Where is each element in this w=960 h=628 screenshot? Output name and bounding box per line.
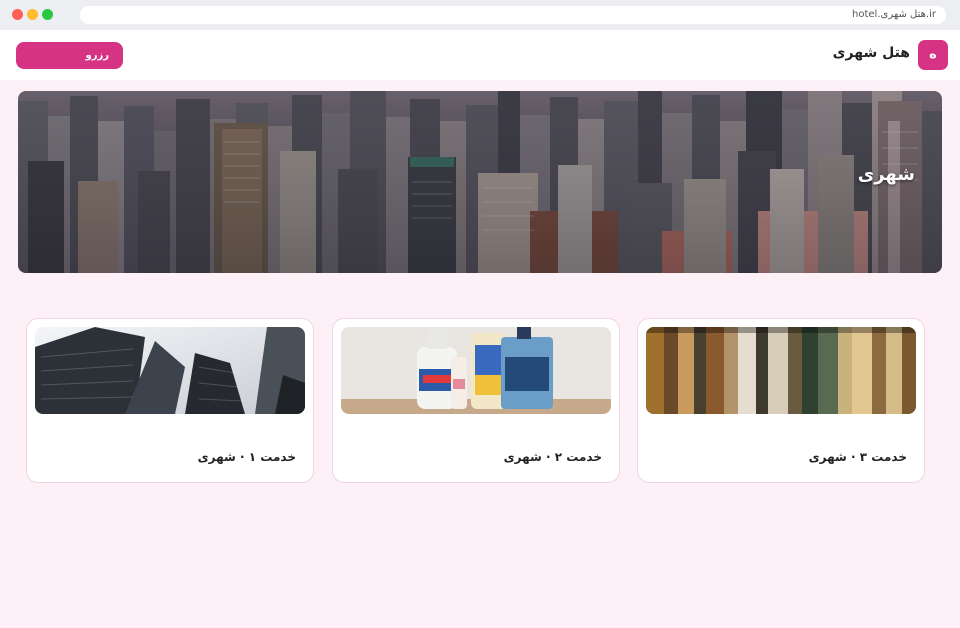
cleaning-products-image <box>341 327 611 414</box>
logo-icon[interactable]: ه <box>918 40 948 70</box>
maximize-window-icon[interactable] <box>42 9 53 20</box>
service-card[interactable]: خدمت ۳ · شهری <box>637 318 925 483</box>
minimize-window-icon[interactable] <box>27 9 38 20</box>
service-card[interactable]: خدمت ۱ · شهری <box>26 318 314 483</box>
site-title: هتل شهری <box>832 45 910 61</box>
card-title: خدمت ۲ · شهری <box>503 450 602 464</box>
clothes-rack-image <box>646 327 916 414</box>
site-header: رزرو هتل شهری ه <box>0 30 960 80</box>
hero-banner: شهری <box>18 91 942 273</box>
reserve-button[interactable]: رزرو <box>16 42 123 69</box>
service-card[interactable]: خدمت ۲ · شهری <box>332 318 620 483</box>
city-skyline-image <box>18 91 942 273</box>
card-title: خدمت ۳ · شهری <box>808 450 907 464</box>
hero-title: شهری <box>857 164 915 185</box>
skyscrapers-image <box>35 327 305 414</box>
close-window-icon[interactable] <box>12 9 23 20</box>
browser-chrome: hotel.هتل شهری.ir <box>0 0 960 30</box>
address-bar[interactable]: hotel.هتل شهری.ir <box>80 6 946 24</box>
card-title: خدمت ۱ · شهری <box>197 450 296 464</box>
